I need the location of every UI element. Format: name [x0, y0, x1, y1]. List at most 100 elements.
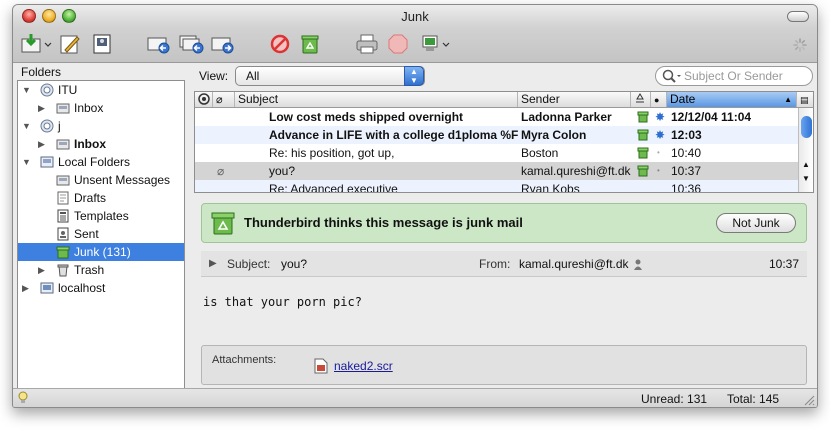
folder-j-inbox[interactable]: ▶ Inbox [18, 135, 184, 153]
paperclip-icon: ⌀ [216, 94, 223, 106]
resize-grip-icon[interactable] [803, 394, 815, 406]
disclosure-triangle-icon[interactable]: ▼ [22, 157, 32, 167]
folder-label: localhost [58, 281, 106, 295]
get-mail-button[interactable] [21, 33, 53, 55]
junk-status-icon[interactable] [637, 165, 649, 177]
recycle-bin-icon [301, 35, 319, 54]
disclosure-triangle-icon[interactable]: ▶ [22, 283, 32, 293]
message-subject: Re: his position, got up, [269, 146, 395, 160]
junk-status-icon[interactable] [637, 129, 649, 141]
scroll-down-arrow-icon[interactable]: ▼ [802, 174, 810, 183]
sender-column-header[interactable]: Sender [518, 92, 631, 107]
folder-sent[interactable]: Sent [18, 225, 184, 243]
delete-button[interactable] [299, 33, 321, 55]
trash-icon [57, 264, 69, 277]
title-bar: Junk [13, 5, 817, 27]
folder-itu[interactable]: ▼ ITU [18, 81, 184, 99]
read-dot-icon[interactable]: • [657, 162, 660, 180]
reply-all-button[interactable] [179, 33, 205, 55]
folder-localhost[interactable]: ▶ localhost [18, 279, 184, 297]
folder-label: Drafts [74, 191, 107, 205]
column-picker-button[interactable]: ▤ [797, 92, 813, 107]
thread-column-header[interactable] [195, 92, 213, 107]
drafts-icon [57, 191, 69, 205]
folders-header: Folders [21, 65, 62, 79]
stop-icon [388, 34, 408, 54]
get-mail-icon [21, 34, 52, 53]
folder-junk[interactable]: Junk (131) [18, 243, 184, 261]
junk-notification-text: Thunderbird thinks this message is junk … [244, 215, 523, 230]
scroll-up-arrow-icon[interactable]: ▲ [802, 160, 810, 169]
printer-icon [356, 34, 378, 54]
folder-local-folders[interactable]: ▼ Local Folders [18, 153, 184, 171]
date-column-header[interactable]: Date ▲ [667, 92, 797, 107]
disclosure-triangle-icon[interactable]: ▶ [38, 103, 48, 113]
forward-icon [211, 37, 234, 54]
folder-trash[interactable]: ▶ Trash [18, 261, 184, 279]
search-icon [662, 69, 681, 83]
reply-button[interactable] [147, 33, 171, 55]
contact-person-icon[interactable] [633, 259, 643, 271]
address-book-button[interactable] [91, 33, 113, 55]
message-list-scrollbar[interactable]: ▲ ▼ [798, 108, 813, 192]
junk-status-icon[interactable] [637, 147, 649, 159]
online-status-button[interactable] [421, 33, 451, 55]
junk-button[interactable] [269, 33, 291, 55]
message-row[interactable]: Low cost meds shipped overnight Ladonna … [195, 108, 799, 126]
junk-notification-bar: Thunderbird thinks this message is junk … [201, 203, 807, 243]
read-dot-icon[interactable]: • [657, 144, 660, 162]
disclosure-triangle-icon[interactable]: ▶ [38, 139, 48, 149]
folder-templates[interactable]: Templates [18, 207, 184, 225]
message-date: 10:36 [671, 182, 702, 193]
message-row[interactable]: Advance in LIFE with a college d1ploma %… [195, 126, 799, 144]
imap-account-icon [40, 119, 54, 133]
folder-unsent-messages[interactable]: Unsent Messages [18, 171, 184, 189]
attachment-column-header[interactable]: ⌀ [213, 92, 235, 107]
disclosure-triangle-icon[interactable]: ▼ [22, 121, 32, 131]
folder-label: j [58, 119, 61, 133]
folder-j[interactable]: ▼ j [18, 117, 184, 135]
attachment-item[interactable]: naked2.scr [314, 358, 393, 374]
folder-label: Inbox [74, 101, 104, 115]
folder-tree[interactable]: ▼ ITU ▶ Inbox ▼ j ▶ Inbox ▼ Local Folder… [17, 80, 185, 390]
expand-header-triangle-icon[interactable]: ▶ [209, 251, 217, 277]
date-column-label: Date [670, 92, 696, 106]
folder-label: Templates [74, 209, 129, 223]
folder-drafts[interactable]: Drafts [18, 189, 184, 207]
junk-status-icon[interactable] [637, 111, 649, 123]
not-junk-button[interactable]: Not Junk [716, 213, 796, 233]
print-button[interactable] [355, 33, 379, 55]
attachment-link[interactable]: naked2.scr [334, 359, 393, 373]
from-label: From: [479, 257, 511, 271]
message-list[interactable]: ⌀ Subject Sender ● Date ▲ ▤ Low cost med… [194, 91, 814, 193]
message-row[interactable]: Re: his position, got up, Boston • 10:40 [195, 144, 799, 162]
message-row-selected[interactable]: ⌀ you? kamal.qureshi@ft.dk • 10:37 [195, 162, 799, 180]
subject-column-header[interactable]: Subject [235, 92, 518, 107]
toolbar-toggle-button[interactable] [787, 11, 809, 22]
from-value[interactable]: kamal.qureshi@ft.dk [519, 251, 629, 277]
junk-status-column-header[interactable] [631, 92, 651, 107]
read-column-header[interactable]: ● [651, 92, 667, 107]
folder-label: Trash [74, 263, 105, 277]
local-folders-icon [40, 156, 54, 168]
paperclip-icon: ⌀ [217, 164, 225, 178]
folder-label: ITU [58, 83, 78, 97]
folder-itu-inbox[interactable]: ▶ Inbox [18, 99, 184, 117]
forward-button[interactable] [211, 33, 235, 55]
unread-star-icon[interactable]: ✸ [655, 108, 665, 126]
message-row[interactable]: Re: Advanced executive Ryan Kobs 10:36 [195, 180, 799, 193]
toolbar [13, 27, 817, 63]
view-select[interactable]: All ▲ ▼ [235, 66, 425, 86]
scrollbar-thumb[interactable] [801, 116, 812, 138]
message-sender: Ladonna Parker [521, 110, 612, 124]
unread-star-icon[interactable]: ✸ [655, 126, 665, 144]
stop-button[interactable] [387, 33, 409, 55]
pane-splitter[interactable] [194, 193, 814, 199]
message-sender: Boston [521, 146, 559, 160]
disclosure-triangle-icon[interactable]: ▼ [22, 85, 32, 95]
message-subject: you? [269, 164, 296, 178]
search-input[interactable]: Subject Or Sender [655, 66, 813, 86]
folder-label: Local Folders [58, 155, 131, 169]
compose-button[interactable] [59, 33, 81, 55]
disclosure-triangle-icon[interactable]: ▶ [38, 265, 48, 275]
